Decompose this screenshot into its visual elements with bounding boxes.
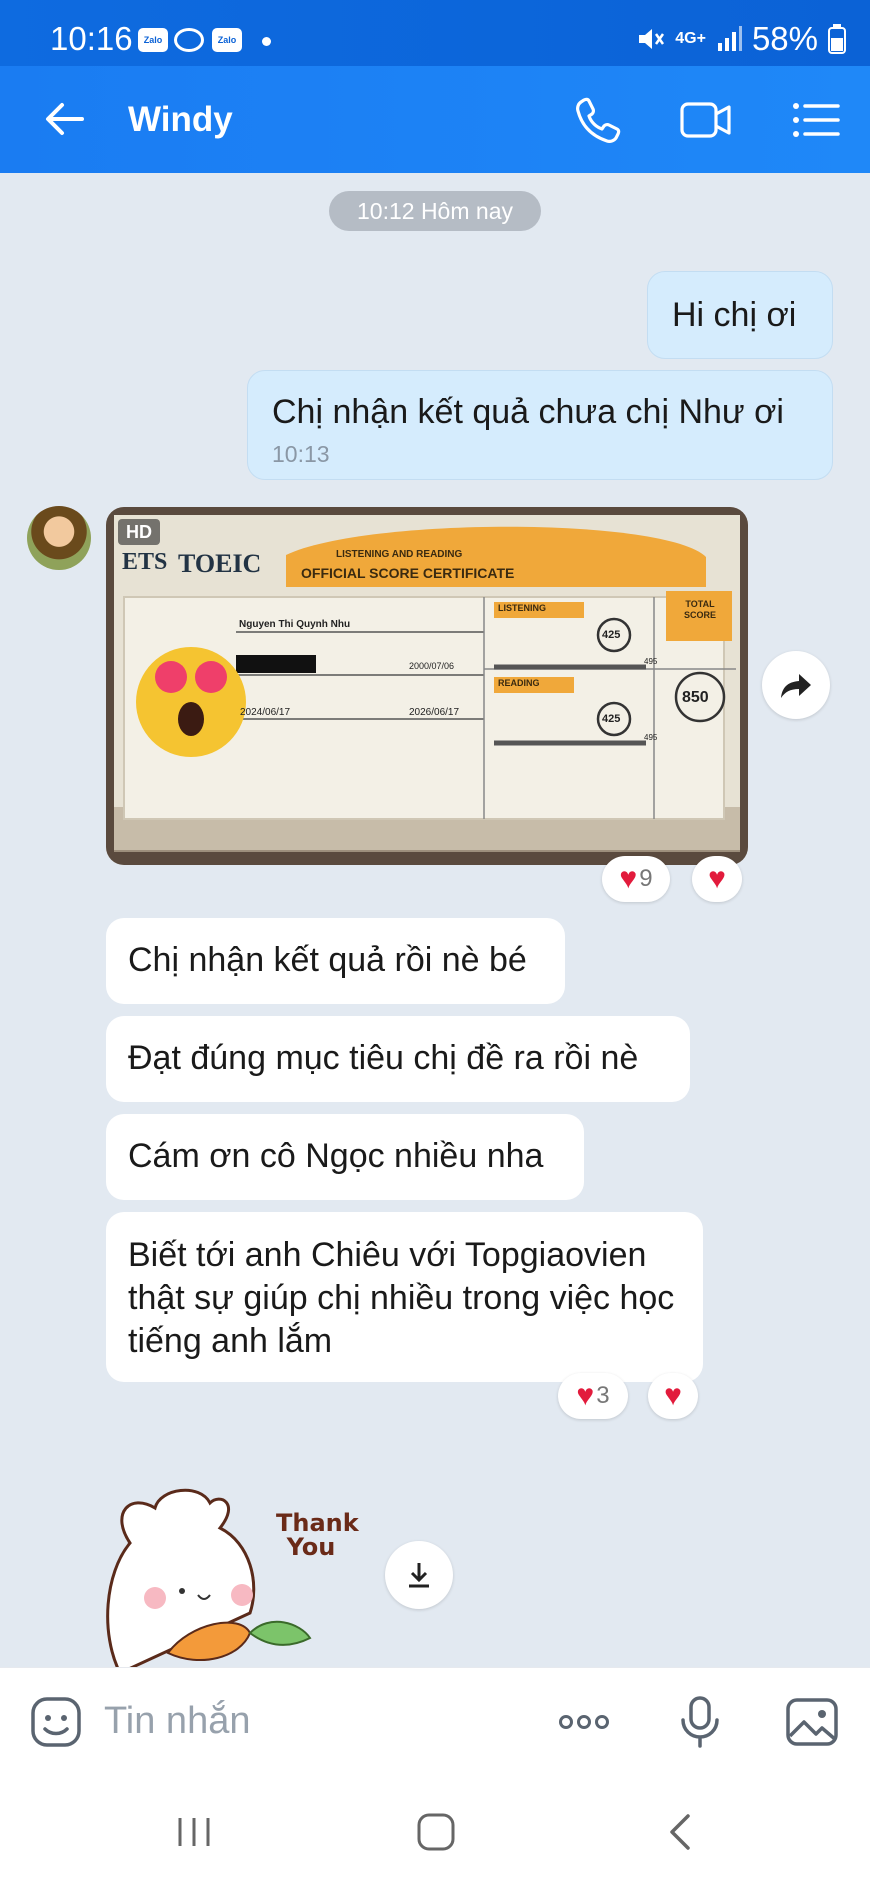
cert-total-score: 850 bbox=[682, 689, 709, 706]
cert-reading-score: 425 bbox=[602, 713, 621, 725]
signal-icon bbox=[717, 26, 742, 51]
sticker-caption: Thank You bbox=[276, 1509, 359, 1561]
status-time: 10:16 bbox=[50, 20, 133, 57]
message-input-bar: Tin nhắn bbox=[0, 1667, 870, 1774]
message-text: Cám ơn cô Ngọc nhiều nha bbox=[128, 1137, 544, 1175]
emoji-sticker-icon[interactable] bbox=[28, 1694, 84, 1750]
chat-area[interactable]: 10:12 Hôm nay Hi chị ơi Chị nhận kết quả… bbox=[0, 173, 870, 1667]
react-heart-button[interactable]: ♥ bbox=[648, 1373, 698, 1419]
zalo-notification-icon: Zalo bbox=[138, 28, 168, 52]
ets-logo: ETS bbox=[122, 549, 168, 575]
contact-avatar[interactable] bbox=[27, 506, 91, 570]
message-bubble-incoming[interactable]: Cám ơn cô Ngọc nhiều nha bbox=[106, 1114, 584, 1200]
hd-badge: HD bbox=[118, 519, 160, 545]
heart-icon: ♥ bbox=[664, 1379, 682, 1412]
cert-total-label: TOTAL SCORE bbox=[683, 599, 716, 620]
cert-max-score-reading: 495 bbox=[644, 733, 658, 742]
microphone-icon[interactable] bbox=[672, 1694, 728, 1750]
cert-reading-label: READING bbox=[498, 678, 540, 688]
headset-icon bbox=[174, 28, 204, 52]
react-heart-button[interactable]: ♥ bbox=[692, 856, 742, 902]
message-text: Chị nhận kết quả chưa chị Như ơi bbox=[272, 393, 784, 431]
message-bubble-incoming[interactable]: Đạt đúng mục tiêu chị đề ra rồi nè bbox=[106, 1016, 690, 1102]
mute-icon bbox=[639, 29, 665, 49]
cert-name: Nguyen Thi Quynh Nhu bbox=[239, 619, 351, 630]
phone-call-icon[interactable] bbox=[570, 92, 626, 148]
nav-back-icon[interactable] bbox=[660, 1810, 704, 1854]
back-arrow-icon[interactable] bbox=[40, 94, 90, 144]
more-options-icon[interactable] bbox=[556, 1694, 612, 1750]
reaction-count: 3 bbox=[596, 1382, 610, 1409]
message-text: Đạt đúng mục tiêu chị đề ra rồi nè bbox=[128, 1039, 639, 1077]
zalo-notification-icon-2: Zalo bbox=[212, 28, 242, 52]
download-button[interactable] bbox=[385, 1541, 453, 1609]
cert-listening-score: 425 bbox=[602, 629, 621, 641]
message-bubble-outgoing[interactable]: Chị nhận kết quả chưa chị Như ơi 10:13 bbox=[247, 370, 833, 480]
network-type: 4G+ bbox=[675, 30, 706, 47]
download-icon bbox=[409, 1563, 429, 1588]
message-input[interactable]: Tin nhắn bbox=[104, 1700, 250, 1743]
reaction-count: 9 bbox=[639, 865, 653, 892]
home-icon[interactable] bbox=[414, 1810, 458, 1854]
image-gallery-icon[interactable] bbox=[784, 1694, 840, 1750]
battery-percent: 58% bbox=[751, 20, 818, 57]
message-bubble-outgoing[interactable]: Hi chị ơi bbox=[647, 271, 833, 359]
sticker-message[interactable]: Thank You bbox=[100, 1483, 359, 1667]
message-text: Chị nhận kết quả rồi nè bé bbox=[128, 941, 527, 979]
message-time: 10:13 bbox=[272, 441, 330, 467]
heart-icon: ♥ bbox=[708, 862, 726, 895]
message-bubble-incoming[interactable]: Biết tới anh Chiêu với Topgiaovien thật … bbox=[106, 1212, 703, 1382]
video-call-icon[interactable] bbox=[678, 92, 734, 148]
recent-apps-icon[interactable] bbox=[172, 1810, 216, 1854]
chat-header: Windy bbox=[0, 66, 870, 173]
cert-max-score-listening: 495 bbox=[644, 657, 658, 666]
system-nav-bar bbox=[0, 1774, 870, 1884]
reaction-count-badge[interactable]: ♥ 9 bbox=[602, 856, 670, 902]
message-text: Biết tới anh Chiêu với Topgiaovien thật … bbox=[128, 1236, 675, 1360]
cert-heading-1: LISTENING AND READING bbox=[336, 549, 463, 560]
heart-icon: ♥ bbox=[576, 1379, 595, 1412]
heart-icon: ♥ bbox=[619, 862, 638, 895]
date-separator: 10:12 Hôm nay bbox=[329, 191, 541, 231]
message-bubble-incoming[interactable]: Chị nhận kết quả rồi nè bé bbox=[106, 918, 565, 1004]
battery-icon bbox=[828, 24, 846, 54]
image-message[interactable]: ETS TOEIC LISTENING AND READING OFFICIAL… bbox=[106, 507, 748, 865]
status-bar: 10:16 Zalo Zalo 4G+ 58% bbox=[0, 0, 870, 66]
menu-list-icon[interactable] bbox=[788, 92, 844, 148]
status-right: 4G+ 58% bbox=[635, 20, 846, 58]
forward-button[interactable] bbox=[762, 651, 830, 719]
message-text: Hi chị ơi bbox=[672, 296, 797, 334]
notification-dot bbox=[262, 37, 271, 46]
reaction-count-badge[interactable]: ♥ 3 bbox=[558, 1373, 628, 1419]
cert-test-date: 2024/06/17 bbox=[240, 707, 291, 718]
cert-listening-label: LISTENING bbox=[498, 603, 547, 613]
cert-valid-until: 2026/06/17 bbox=[409, 707, 460, 718]
toeic-logo: TOEIC bbox=[178, 549, 262, 578]
forward-arrow-icon bbox=[781, 674, 811, 698]
chat-title[interactable]: Windy bbox=[128, 100, 233, 140]
cert-heading-2: OFFICIAL SCORE CERTIFICATE bbox=[301, 565, 515, 581]
cert-dob: 2000/07/06 bbox=[409, 661, 455, 671]
